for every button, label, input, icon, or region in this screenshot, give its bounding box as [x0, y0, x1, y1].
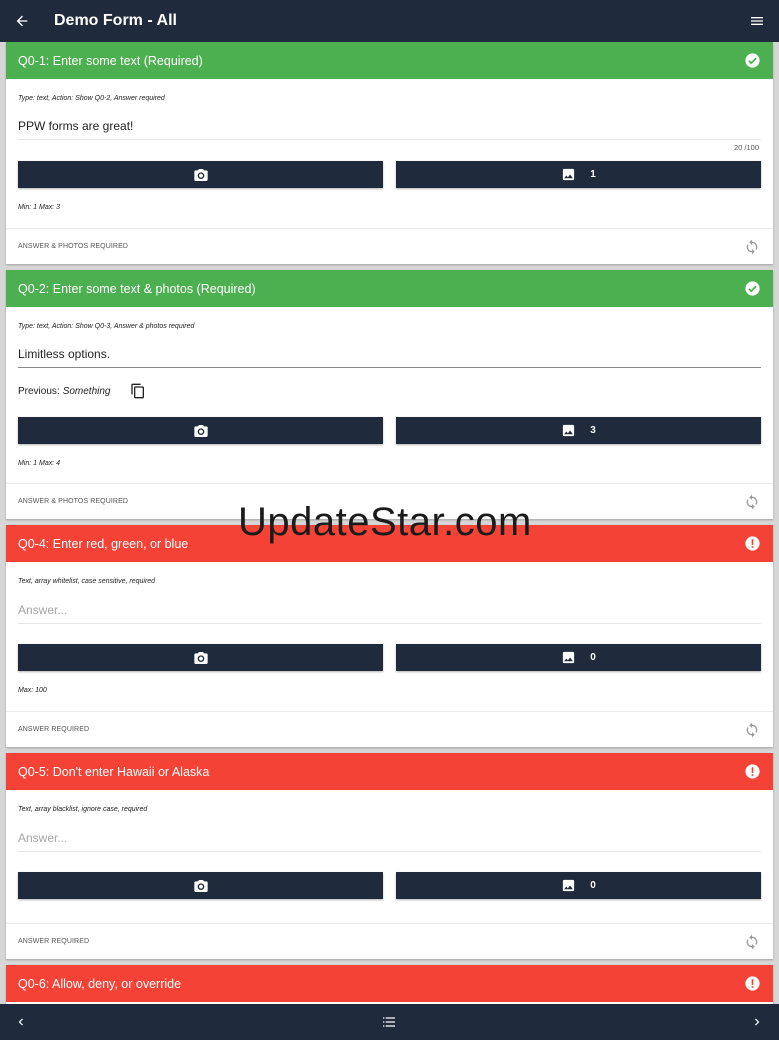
question-header[interactable]: Q0-2: Enter some text & photos (Required… — [6, 270, 773, 307]
question-meta: Type: text, Action: Show Q0-2, Answer re… — [18, 95, 165, 102]
requirement-label: ANSWER & PHOTOS REQUIRED — [18, 243, 129, 250]
camera-icon — [193, 879, 208, 892]
sync-icon[interactable] — [743, 238, 761, 256]
hamburger-menu-icon — [751, 17, 763, 25]
photo-limits: Max: 100 — [18, 687, 47, 694]
question-header[interactable]: Q0-1: Enter some text (Required) — [6, 42, 773, 79]
app-bar: Demo Form - All — [0, 0, 779, 42]
take-photo-button[interactable] — [18, 644, 383, 671]
photo-limits: Min: 1 Max: 4 — [18, 460, 61, 467]
alert-circle-icon — [743, 975, 761, 993]
question-list-button[interactable] — [380, 1013, 398, 1031]
previous-answer: Previous: Something — [18, 382, 147, 400]
photo-gallery-button[interactable]: 1 — [396, 161, 761, 188]
back-button[interactable] — [0, 0, 44, 42]
photo-count: 0 — [590, 880, 596, 891]
question-footer: ANSWER & PHOTOS REQUIRED — [6, 228, 773, 264]
requirement-label: ANSWER & PHOTOS REQUIRED — [18, 498, 129, 505]
requirement-label: ANSWER REQUIRED — [18, 726, 90, 733]
question-title: Q0-6: Allow, deny, or override — [18, 976, 182, 991]
photo-count: 0 — [590, 652, 596, 663]
question-card-q0-4: Q0-4: Enter red, green, or blue Text, ar… — [6, 525, 773, 747]
question-meta: Text, array blacklist, ignore case, requ… — [18, 806, 148, 813]
image-icon — [563, 424, 575, 437]
check-circle-icon — [743, 280, 761, 298]
photo-limits: Min: 1 Max: 3 — [18, 204, 61, 211]
menu-button[interactable] — [745, 9, 769, 33]
camera-icon — [193, 651, 208, 664]
camera-icon — [193, 168, 208, 181]
sync-icon[interactable] — [743, 493, 761, 511]
answer-input[interactable]: PPW forms are great! — [18, 119, 761, 140]
question-card-q0-2: Q0-2: Enter some text & photos (Required… — [6, 270, 773, 519]
alert-circle-icon — [743, 763, 761, 781]
chevron-right-icon — [755, 1018, 760, 1026]
question-footer: ANSWER REQUIRED — [6, 923, 773, 959]
photo-count: 1 — [590, 169, 596, 180]
answer-input[interactable]: Answer... — [18, 603, 761, 624]
check-circle-icon — [743, 52, 761, 70]
question-title: Q0-4: Enter red, green, or blue — [18, 536, 189, 551]
alert-circle-icon — [743, 535, 761, 553]
next-page-button[interactable] — [748, 1013, 766, 1031]
take-photo-button[interactable] — [18, 417, 383, 444]
question-card-q0-6: Q0-6: Allow, deny, or override — [6, 965, 773, 1004]
take-photo-button[interactable] — [18, 161, 383, 188]
question-footer: ANSWER REQUIRED — [6, 711, 773, 747]
question-title: Q0-2: Enter some text & photos (Required… — [18, 281, 256, 296]
sync-icon[interactable] — [743, 721, 761, 739]
question-header[interactable]: Q0-5: Don't enter Hawaii or Alaska — [6, 753, 773, 790]
question-header[interactable]: Q0-6: Allow, deny, or override — [6, 965, 773, 1002]
page-title: Demo Form - All — [54, 12, 177, 29]
previous-page-button[interactable] — [12, 1013, 30, 1031]
watermark: UpdateStar.com — [238, 500, 532, 544]
image-icon — [563, 651, 575, 664]
camera-icon — [193, 424, 208, 437]
image-icon — [563, 168, 575, 181]
list-icon — [383, 1017, 395, 1027]
chevron-left-icon — [18, 1018, 23, 1026]
previous-value: Something — [62, 385, 111, 397]
photo-count: 3 — [590, 425, 596, 436]
question-title: Q0-5: Don't enter Hawaii or Alaska — [18, 764, 210, 779]
previous-label: Previous: — [18, 385, 60, 397]
copy-icon[interactable] — [129, 382, 147, 400]
question-card-q0-5: Q0-5: Don't enter Hawaii or Alaska Text,… — [6, 753, 773, 959]
answer-input[interactable]: Limitless options. — [18, 347, 761, 368]
question-card-q0-1: Q0-1: Enter some text (Required) Type: t… — [6, 42, 773, 264]
question-title: Q0-1: Enter some text (Required) — [18, 53, 203, 68]
sync-icon[interactable] — [743, 933, 761, 951]
requirement-label: ANSWER REQUIRED — [18, 938, 90, 945]
question-meta: Text, array whitelist, case sensitive, r… — [18, 578, 156, 585]
arrow-left-icon — [16, 15, 28, 27]
take-photo-button[interactable] — [18, 872, 383, 899]
answer-input[interactable]: Answer... — [18, 831, 761, 852]
question-meta: Type: text, Action: Show Q0-3, Answer & … — [18, 323, 195, 330]
character-counter: 20 /100 — [733, 143, 759, 152]
photo-gallery-button[interactable]: 3 — [396, 417, 761, 444]
bottom-nav-bar — [0, 1004, 779, 1040]
image-icon — [563, 879, 575, 892]
photo-gallery-button[interactable]: 0 — [396, 644, 761, 671]
photo-gallery-button[interactable]: 0 — [396, 872, 761, 899]
